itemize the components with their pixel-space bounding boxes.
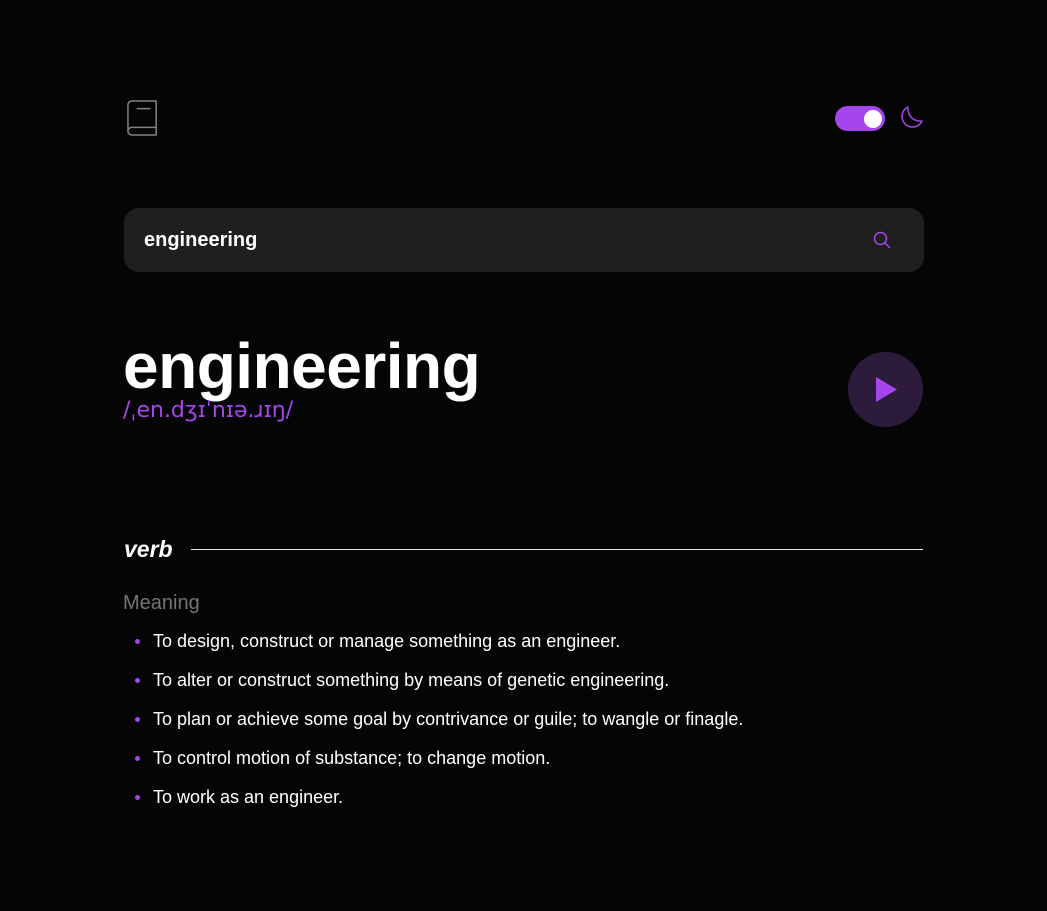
- divider: [191, 549, 923, 550]
- part-of-speech: verb: [124, 536, 173, 562]
- dictionary-app: engineering engineering /ˌen.dʒɪˈnɪə.ɹɪŋ…: [123, 0, 924, 911]
- definition-item: To control motion of substance; to chang…: [123, 743, 923, 782]
- moon-icon[interactable]: [901, 106, 923, 128]
- definition-text: To work as an engineer.: [153, 787, 344, 807]
- book-icon[interactable]: [127, 100, 159, 136]
- search-input[interactable]: engineering: [144, 208, 844, 272]
- play-audio-button[interactable]: [848, 352, 923, 427]
- bullet: [135, 795, 140, 800]
- search-icon[interactable]: [873, 231, 891, 249]
- part-of-speech-row: verb: [123, 534, 923, 564]
- header: [123, 100, 923, 138]
- toggle-knob: [864, 109, 882, 128]
- definition-item: To plan or achieve some goal by contriva…: [123, 704, 923, 743]
- definition-text: To control motion of substance; to chang…: [153, 748, 551, 768]
- search-bar[interactable]: engineering: [124, 208, 924, 272]
- bullet: [135, 717, 140, 722]
- meaning-label: Meaning: [123, 592, 200, 614]
- definition-item: To work as an engineer.: [123, 782, 923, 821]
- bullet: [135, 639, 140, 644]
- bullet: [135, 678, 140, 683]
- definition-text: To design, construct or manage something…: [153, 631, 621, 651]
- theme-toggle[interactable]: [835, 106, 885, 131]
- definition-text: To alter or construct something by means…: [153, 670, 670, 690]
- definition-list: To design, construct or manage something…: [123, 626, 923, 821]
- definition-text: To plan or achieve some goal by contriva…: [153, 709, 744, 729]
- play-icon: [876, 377, 897, 402]
- bullet: [135, 756, 140, 761]
- phonetic-text: /ˌen.dʒɪˈnɪə.ɹɪŋ/: [123, 398, 294, 423]
- definition-item: To design, construct or manage something…: [123, 626, 923, 665]
- definition-item: To alter or construct something by means…: [123, 665, 923, 704]
